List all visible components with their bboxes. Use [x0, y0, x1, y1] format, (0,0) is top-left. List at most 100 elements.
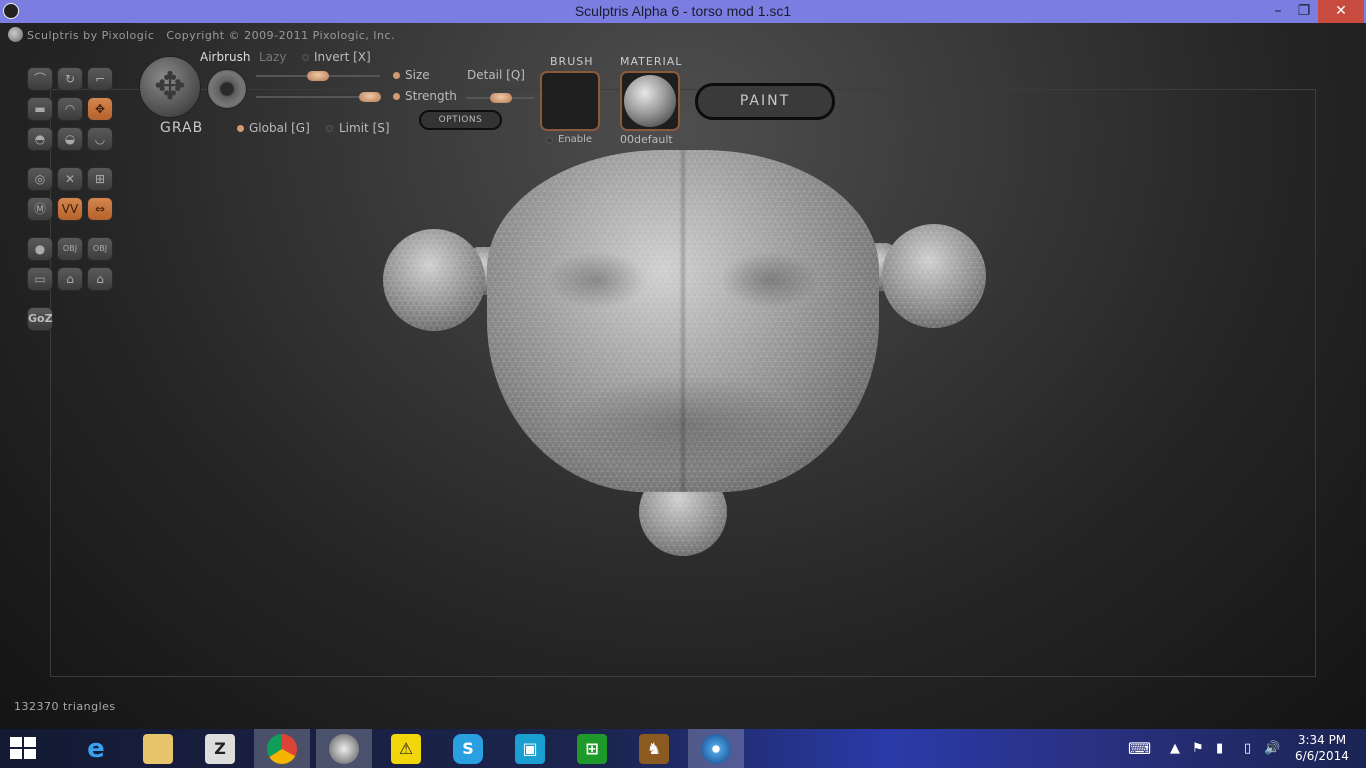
material-name: 00default [620, 133, 673, 146]
brush-preview-icon [207, 69, 247, 109]
taskbar-sculptris[interactable] [316, 729, 372, 768]
new-sphere-button[interactable]: ● [27, 237, 53, 261]
grid-toggle-button[interactable]: ⊞ [87, 167, 113, 191]
global-label[interactable]: Global [G] [249, 121, 310, 135]
paint-button[interactable]: PAINT [695, 83, 835, 120]
pinch-tool-button[interactable]: ◓ [27, 127, 53, 151]
taskbar-game[interactable]: ♞ [626, 729, 682, 768]
new-plane-button[interactable]: ▭ [27, 267, 53, 291]
draw-tool-button[interactable]: ⌒ [27, 67, 53, 91]
pixologic-logo-icon [8, 27, 23, 42]
close-button[interactable]: ✕ [1318, 0, 1364, 23]
restore-button[interactable]: ❐ [1289, 0, 1319, 23]
wireframe-icon: ◎ [34, 172, 46, 186]
clock-date: 6/6/2014 [1295, 749, 1349, 763]
taskbar-store[interactable]: ⊞ [564, 729, 620, 768]
symmetry-off-button[interactable]: ✕ [57, 167, 83, 191]
export-obj-button[interactable]: OBJ [87, 237, 113, 261]
smooth-tool-button[interactable]: ◒ [57, 127, 83, 151]
sculptris-icon [329, 734, 359, 764]
network-icon[interactable]: ▮ [1216, 729, 1223, 768]
reduce-tool-button[interactable]: ◡ [87, 127, 113, 151]
symmetry-button[interactable]: ⇔ [87, 197, 113, 221]
airbrush-label[interactable]: Airbrush [200, 50, 251, 64]
brush-heading: BRUSH [550, 55, 594, 68]
limit-led[interactable] [326, 125, 333, 132]
taskbar-warning-app[interactable]: ⚠ [378, 729, 434, 768]
taskbar-chrome[interactable] [254, 729, 310, 768]
photo-icon: ▣ [515, 734, 545, 764]
strength-led[interactable] [393, 93, 400, 100]
strength-slider-knob[interactable] [359, 92, 381, 102]
size-slider-knob[interactable] [307, 71, 329, 81]
current-tool-icon: ✥ [139, 56, 201, 118]
show-hidden-icons-icon[interactable]: ▲ [1170, 729, 1180, 768]
start-button[interactable] [10, 737, 38, 761]
options-button[interactable]: OPTIONS [419, 110, 502, 130]
taskbar-clock[interactable]: 3:34 PM 6/6/2014 [1292, 732, 1352, 764]
mask-toggle-button[interactable]: Ⓜ [27, 197, 53, 221]
global-led[interactable] [237, 125, 244, 132]
invert-label[interactable]: Invert [X] [314, 50, 371, 64]
inflate-icon: ◠ [64, 102, 76, 116]
pinch-icon: ◓ [34, 132, 46, 146]
mask-icon: Ⓜ [33, 202, 46, 216]
battery-icon[interactable]: ▯ [1244, 729, 1251, 768]
brush-swatch[interactable] [540, 71, 600, 131]
smooth-icon: ◒ [64, 132, 76, 146]
store-icon: ⊞ [577, 734, 607, 764]
mesh-shoulder-sphere-left [383, 229, 485, 331]
wireframe-toggle-button[interactable]: ◎ [27, 167, 53, 191]
lazy-label[interactable]: Lazy [259, 50, 286, 64]
taskbar-file-explorer[interactable] [130, 729, 186, 768]
crease-icon: ⌐ [94, 72, 106, 86]
grid-icon: ⊞ [94, 172, 106, 186]
volume-icon[interactable]: 🔊 [1264, 729, 1280, 768]
mesh-shoulder-sphere-right [882, 224, 986, 328]
material-sphere-icon [624, 75, 676, 127]
crease-tool-button[interactable]: ⌐ [87, 67, 113, 91]
sculpt-viewport[interactable]: Sculptris by Pixologic Copyright © 2009-2… [0, 23, 1366, 729]
grab-tool-button[interactable]: ✥ [87, 97, 113, 121]
import-obj-button[interactable]: OBJ [57, 237, 83, 261]
taskbar-skype[interactable]: S [440, 729, 496, 768]
torso-mesh [487, 150, 879, 492]
taskbar-zbrush[interactable]: Z [192, 729, 248, 768]
disc-icon [701, 734, 731, 764]
keyboard-icon[interactable]: ⌨ [1128, 729, 1151, 768]
strength-label: Strength [405, 89, 457, 103]
windows-taskbar: e Z ⚠ S ▣ ⊞ ♞ ⌨ ▲ ⚑ ▮ ▯ 🔊 3:34 PM 6/6/20… [0, 729, 1366, 768]
grab-icon: ✥ [94, 102, 106, 116]
detail-slider-knob[interactable] [490, 93, 512, 103]
warning-icon: ⚠ [391, 734, 421, 764]
window-titlebar: Sculptris Alpha 6 - torso mod 1.sc1 – ❐ … [0, 0, 1366, 23]
goz-button[interactable]: GoZ [27, 307, 53, 331]
taskbar-photo-app[interactable]: ▣ [502, 729, 558, 768]
plane-icon: ▭ [34, 272, 46, 286]
material-heading: MATERIAL [620, 55, 683, 68]
size-led[interactable] [393, 72, 400, 79]
folder-icon [143, 734, 173, 764]
open-icon: ⌂ [66, 272, 74, 286]
flatten-icon: ▬ [34, 102, 46, 116]
invert-led[interactable] [302, 54, 309, 61]
limit-label[interactable]: Limit [S] [339, 121, 390, 135]
rotate-icon: ↻ [64, 72, 76, 86]
triangle-count: 132370 triangles [14, 700, 116, 713]
flatten-tool-button[interactable]: ▬ [27, 97, 53, 121]
game-icon: ♞ [639, 734, 669, 764]
brush-enable-led[interactable] [546, 137, 553, 144]
brush-enable-label[interactable]: Enable [558, 134, 592, 145]
open-file-button[interactable]: ⌂ [57, 267, 83, 291]
inflate-tool-button[interactable]: ◠ [57, 97, 83, 121]
cross-icon: ✕ [64, 172, 76, 186]
taskbar-disc-app[interactable] [688, 729, 744, 768]
action-center-flag-icon[interactable]: ⚑ [1192, 729, 1204, 768]
taskbar-internet-explorer[interactable]: e [68, 729, 124, 768]
rotate-tool-button[interactable]: ↻ [57, 67, 83, 91]
save-file-button[interactable]: ⌂ [87, 267, 113, 291]
material-swatch[interactable] [620, 71, 680, 131]
wireframe-display-button[interactable]: VV [57, 197, 83, 221]
draw-icon: ⌒ [33, 72, 46, 86]
internet-explorer-icon: e [87, 734, 105, 764]
